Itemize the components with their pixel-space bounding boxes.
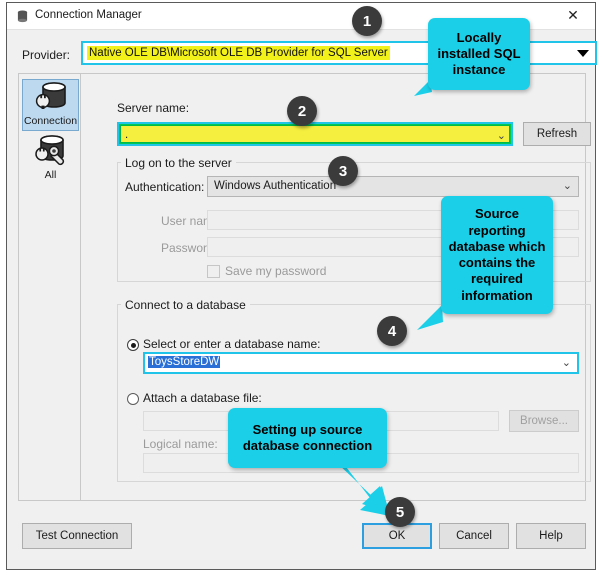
attach-database-label: Attach a database file:	[143, 391, 262, 405]
sidebar-item-label: Connection	[23, 115, 78, 127]
server-name-label: Server name:	[117, 101, 190, 115]
attach-database-radio[interactable]	[127, 393, 139, 405]
ok-button[interactable]: OK	[362, 523, 432, 549]
database-icon	[17, 10, 28, 23]
authentication-value: Windows Authentication	[214, 180, 337, 192]
sidebar-item-all[interactable]: All	[22, 134, 79, 186]
server-name-value: .	[125, 129, 129, 141]
step-badge-5: 5	[385, 497, 415, 527]
server-name-combobox[interactable]: . ⌄	[117, 122, 513, 146]
step-badge-2: 2	[287, 96, 317, 126]
database-name-value: ToysStoreDW	[148, 356, 221, 368]
chevron-down-icon: ⌄	[561, 356, 571, 369]
logon-group-title: Log on to the server	[121, 156, 236, 170]
test-connection-button[interactable]: Test Connection	[22, 523, 132, 549]
callout-setting-up-source-database-connection: Setting up source database connection	[228, 408, 387, 468]
select-database-radio[interactable]	[127, 339, 139, 351]
browse-button[interactable]: Browse...	[509, 410, 579, 432]
database-plug-icon	[35, 82, 66, 109]
sidebar-item-label: All	[44, 169, 57, 181]
server-name-input[interactable]: . ⌄	[120, 125, 510, 143]
provider-dropdown-arrow[interactable]	[571, 43, 595, 63]
help-button[interactable]: Help	[516, 523, 586, 549]
provider-value: Native OLE DB\Microsoft OLE DB Provider …	[87, 46, 390, 60]
select-database-label: Select or enter a database name:	[143, 337, 321, 351]
logical-name-label: Logical name:	[143, 437, 218, 451]
refresh-button[interactable]: Refresh	[523, 122, 591, 146]
authentication-select[interactable]: Windows Authentication ⌄	[207, 176, 579, 197]
provider-label: Provider:	[22, 48, 71, 62]
sidebar: Connection All	[19, 74, 81, 500]
callout-source-reporting-database: Source reporting database which contains…	[441, 196, 553, 314]
window-title: Connection Manager	[35, 9, 142, 21]
screenshot-root: Connection Manager ✕ Provider: Native OL…	[0, 0, 602, 580]
step-badge-3: 3	[328, 156, 358, 186]
database-name-combobox[interactable]: ToysStoreDW ⌄	[143, 352, 579, 374]
database-wrench-icon	[34, 135, 64, 166]
save-password-label: Save my password	[225, 264, 327, 278]
sidebar-item-connection[interactable]: Connection	[22, 79, 79, 131]
chevron-down-icon: ⌄	[562, 179, 572, 192]
close-icon[interactable]: ✕	[553, 3, 593, 29]
database-group-title: Connect to a database	[121, 298, 250, 312]
step-badge-4: 4	[377, 316, 407, 346]
callout-locally-installed-sql-instance: Locally installed SQL instance	[428, 18, 530, 90]
chevron-down-icon	[577, 49, 589, 57]
save-password-checkbox[interactable]	[207, 265, 220, 278]
authentication-label: Authentication:	[125, 180, 205, 194]
cancel-button[interactable]: Cancel	[439, 523, 509, 549]
step-badge-1: 1	[352, 6, 382, 36]
chevron-down-icon: ⌄	[496, 129, 506, 142]
